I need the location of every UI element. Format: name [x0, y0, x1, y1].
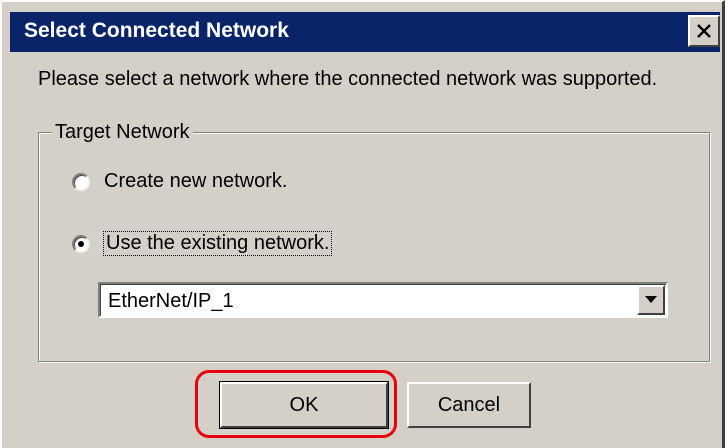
radio-label-existing[interactable]: Use the existing network.	[102, 231, 333, 256]
radio-empty-icon[interactable]	[72, 172, 90, 191]
radio-create-new-network[interactable]: Create new network.	[72, 170, 287, 193]
radio-dot	[78, 240, 84, 247]
cancel-button[interactable]: Cancel	[407, 382, 531, 428]
ok-highlight-annotation	[195, 370, 397, 438]
network-dropdown[interactable]: EtherNet/IP_1	[98, 282, 668, 318]
radio-use-existing-network[interactable]: Use the existing network.	[72, 231, 333, 256]
close-button[interactable]	[688, 15, 720, 47]
close-icon	[697, 24, 711, 38]
network-dropdown-value: EtherNet/IP_1	[108, 290, 234, 312]
radio-label-create[interactable]: Create new network.	[104, 170, 287, 193]
title-bar[interactable]: Select Connected Network	[10, 12, 720, 52]
chevron-down-icon	[645, 296, 657, 303]
dropdown-button[interactable]	[637, 285, 665, 315]
radio-selected-icon[interactable]	[72, 234, 90, 253]
dialog-title: Select Connected Network	[24, 19, 289, 42]
select-connected-network-dialog: Select Connected Network Please select a…	[0, 0, 725, 448]
instruction-text: Please select a network where the connec…	[38, 68, 658, 90]
group-label: Target Network	[52, 121, 193, 144]
